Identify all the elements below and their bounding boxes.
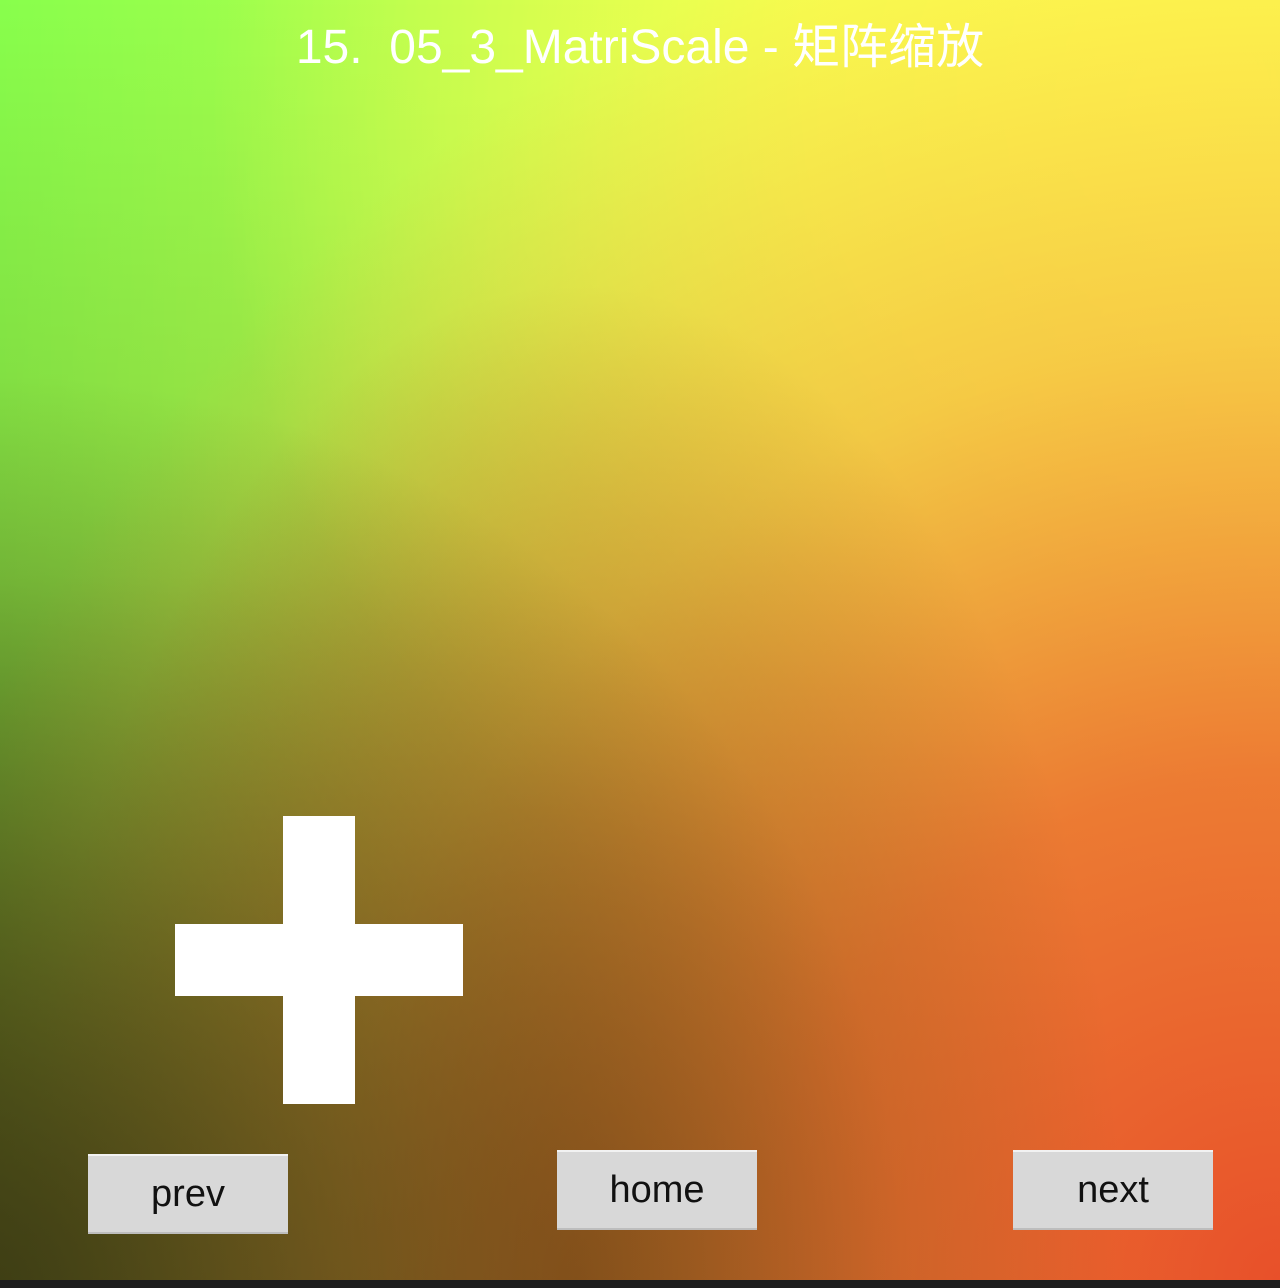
gradient-overlay-dark: [0, 0, 1280, 1280]
window-bottom-edge: [0, 1280, 1280, 1288]
next-button[interactable]: next: [1013, 1150, 1213, 1230]
page-title: 15. 05_3_MatriScale - 矩阵缩放: [295, 21, 985, 74]
prev-button[interactable]: prev: [88, 1154, 288, 1234]
plus-horizontal-bar: [175, 924, 463, 996]
render-canvas: 15. 05_3_MatriScale - 矩阵缩放 prev home nex…: [0, 0, 1280, 1280]
home-button[interactable]: home: [557, 1150, 757, 1230]
